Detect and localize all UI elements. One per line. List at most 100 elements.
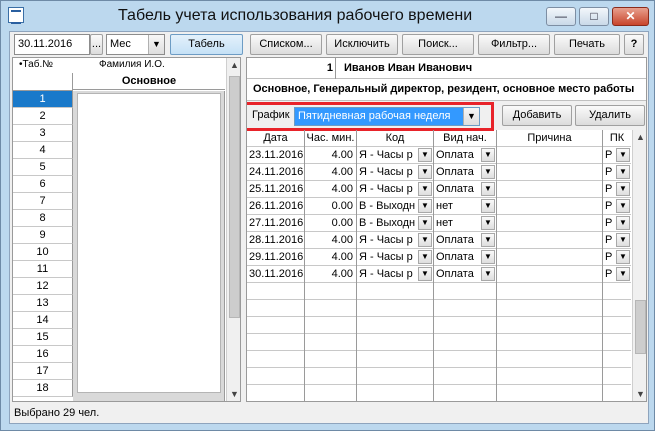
cell-date[interactable] [247,283,305,300]
cell-date[interactable] [247,334,305,351]
cell-pk[interactable]: Р ▼ [603,164,631,181]
cell-hours[interactable] [305,300,357,317]
cell-code[interactable] [357,283,434,300]
cell-date[interactable]: 30.11.2016 [247,266,305,283]
chevron-down-icon[interactable]: ▼ [481,148,495,162]
cell-code[interactable]: Я - Часы р ▼ [357,147,434,164]
tab-number-row[interactable]: 12 [13,278,73,295]
tab-number-row[interactable]: 17 [13,363,73,380]
cell-code[interactable]: В - Выходн ▼ [357,215,434,232]
cell-code[interactable]: В - Выходн ▼ [357,198,434,215]
cell-type[interactable] [434,300,497,317]
cell-type[interactable]: нет ▼ [434,215,497,232]
cell-reason[interactable] [497,249,603,266]
tab-number-row[interactable]: 6 [13,176,73,193]
chevron-down-icon[interactable]: ▼ [481,182,495,196]
cell-hours[interactable]: 0.00 [305,198,357,215]
scroll-up-icon[interactable]: ▲ [227,58,240,73]
chevron-down-icon[interactable]: ▼ [481,165,495,179]
search-button[interactable]: Поиск... [402,34,474,55]
tab-number-row[interactable]: 3 [13,125,73,142]
title-bar[interactable]: Табель учета использования рабочего врем… [1,1,654,30]
chevron-down-icon[interactable]: ▼ [616,216,630,230]
cell-reason[interactable] [497,266,603,283]
chevron-down-icon[interactable]: ▼ [616,165,630,179]
cell-pk[interactable]: Р ▼ [603,232,631,249]
minimize-button[interactable]: — [546,7,576,26]
print-button[interactable]: Печать [554,34,620,55]
cell-hours[interactable] [305,385,357,401]
cell-date[interactable] [247,385,305,401]
table-row[interactable]: 26.11.2016 0.00 В - Выходн ▼ нет ▼ Р ▼ [247,198,631,215]
chevron-down-icon[interactable]: ▼ [616,250,630,264]
chevron-down-icon[interactable]: ▼ [481,250,495,264]
tabel-button[interactable]: Табель [170,34,243,55]
cell-hours[interactable]: 0.00 [305,215,357,232]
chevron-down-icon[interactable]: ▼ [481,233,495,247]
cell-reason[interactable] [497,232,603,249]
tab-number-row[interactable]: 14 [13,312,73,329]
tab-number-row[interactable]: 15 [13,329,73,346]
cell-reason[interactable] [497,317,603,334]
cell-hours[interactable]: 4.00 [305,232,357,249]
chevron-down-icon[interactable]: ▼ [418,250,432,264]
chevron-down-icon[interactable]: ▼ [616,233,630,247]
table-row[interactable] [247,351,631,368]
chevron-down-icon[interactable]: ▼ [481,216,495,230]
tab-number-row[interactable]: 2 [13,108,73,125]
chevron-down-icon[interactable]: ▼ [616,182,630,196]
name-header[interactable]: Фамилия И.О. [99,59,165,70]
chevron-down-icon[interactable]: ▼ [418,165,432,179]
name-list-box[interactable] [77,93,221,393]
cell-code[interactable] [357,300,434,317]
cell-reason[interactable] [497,215,603,232]
tab-number-row[interactable]: 18 [13,380,73,397]
cell-type[interactable]: Оплата ▼ [434,249,497,266]
cell-pk[interactable]: Р ▼ [603,198,631,215]
table-row[interactable]: 29.11.2016 4.00 Я - Часы р ▼ Оплата ▼ Р ▼ [247,249,631,266]
table-row[interactable]: 25.11.2016 4.00 Я - Часы р ▼ Оплата ▼ Р ▼ [247,181,631,198]
cell-reason[interactable] [497,368,603,385]
cell-date[interactable] [247,351,305,368]
cell-type[interactable] [434,385,497,401]
tab-number-header[interactable]: •Таб.№ [19,59,53,70]
table-row[interactable]: 27.11.2016 0.00 В - Выходн ▼ нет ▼ Р ▼ [247,215,631,232]
cell-hours[interactable] [305,368,357,385]
col-reason-header[interactable]: Причина [497,130,603,147]
chevron-down-icon[interactable]: ▼ [418,148,432,162]
tab-number-row[interactable]: 4 [13,142,73,159]
cell-reason[interactable] [497,300,603,317]
cell-hours[interactable] [305,351,357,368]
scroll-up-icon[interactable]: ▲ [633,130,646,145]
list-scroll-thumb[interactable] [229,76,240,318]
tab-number-row[interactable]: 13 [13,295,73,312]
cell-hours[interactable] [305,334,357,351]
cell-reason[interactable] [497,334,603,351]
chevron-down-icon[interactable]: ▼ [418,182,432,196]
cell-pk[interactable]: Р ▼ [603,249,631,266]
cell-hours[interactable]: 4.00 [305,164,357,181]
close-button[interactable]: ✕ [612,7,649,26]
cell-code[interactable] [357,368,434,385]
table-row[interactable]: 24.11.2016 4.00 Я - Часы р ▼ Оплата ▼ Р ▼ [247,164,631,181]
table-row[interactable]: 23.11.2016 4.00 Я - Часы р ▼ Оплата ▼ Р ▼ [247,147,631,164]
cell-hours[interactable]: 4.00 [305,147,357,164]
cell-pk[interactable]: Р ▼ [603,147,631,164]
col-hours-header[interactable]: Час. мин. [305,130,357,147]
chevron-down-icon[interactable]: ▼ [616,267,630,281]
cell-type[interactable] [434,317,497,334]
cell-code[interactable] [357,317,434,334]
cell-date[interactable]: 26.11.2016 [247,198,305,215]
cell-code[interactable] [357,334,434,351]
cell-pk[interactable] [603,283,631,300]
cell-hours[interactable]: 4.00 [305,266,357,283]
tab-number-row[interactable]: 8 [13,210,73,227]
cell-code[interactable]: Я - Часы р ▼ [357,266,434,283]
cell-pk[interactable] [603,385,631,401]
tab-number-row[interactable]: 7 [13,193,73,210]
table-row[interactable] [247,317,631,334]
tab-number-row[interactable]: 1 [13,91,73,108]
cell-code[interactable]: Я - Часы р ▼ [357,232,434,249]
col-date-header[interactable]: Дата [247,130,305,147]
chevron-down-icon[interactable]: ▼ [481,267,495,281]
